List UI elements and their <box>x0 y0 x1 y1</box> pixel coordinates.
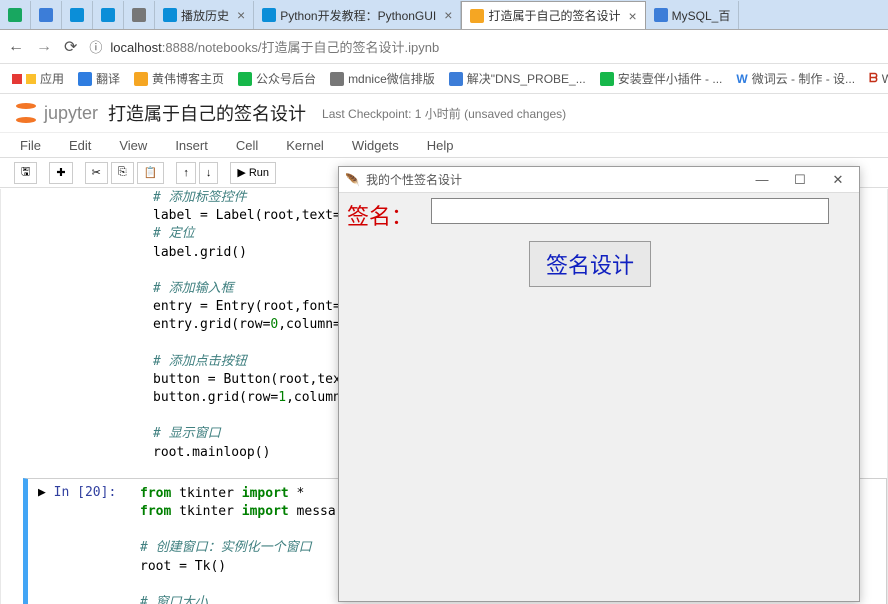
bookmark-item[interactable]: 翻译 <box>78 70 120 87</box>
signature-design-button[interactable]: 签名设计 <box>529 241 651 287</box>
paste-button[interactable]: 📋 <box>137 162 165 184</box>
menu-kernel[interactable]: Kernel <box>286 138 324 153</box>
jupyter-logo-icon <box>14 101 38 125</box>
browser-tab-strip: 播放历史 × Python开发教程：PythonGUI × 打造属于自己的签名设计 ×… <box>0 0 888 30</box>
browser-tab[interactable] <box>62 1 93 29</box>
minimize-button[interactable]: — <box>743 167 781 192</box>
bookmark-item[interactable]: 安装壹伴小插件 - ... <box>600 70 723 87</box>
menu-edit[interactable]: Edit <box>69 138 91 153</box>
browser-tab-active[interactable]: 打造属于自己的签名设计 × <box>461 1 645 29</box>
move-up-button[interactable]: ↑ <box>176 162 196 184</box>
menu-widgets[interactable]: Widgets <box>352 138 399 153</box>
bookmark-item[interactable]: W微词云 - 制作 - 设... <box>736 70 855 87</box>
menu-view[interactable]: View <box>119 138 147 153</box>
url-port: :8888 <box>162 40 195 55</box>
bookmarks-bar: 应用 翻译 黄伟博客主页 公众号后台 mdnice微信排版 解决"DNS_PRO… <box>0 64 888 94</box>
browser-tab[interactable] <box>0 1 31 29</box>
checkpoint-info: Last Checkpoint: 1 小时前 (unsaved changes) <box>322 105 566 122</box>
tab-label: 打造属于自己的签名设计 <box>488 7 620 24</box>
tk-window-title: 我的个性签名设计 <box>366 171 462 188</box>
close-button[interactable]: ✕ <box>819 167 857 192</box>
reload-button[interactable]: ⟳ <box>64 37 77 57</box>
bookmark-item[interactable]: 解决"DNS_PROBE_... <box>449 70 586 87</box>
bookmark-item[interactable]: mdnice微信排版 <box>330 70 435 87</box>
signature-input[interactable] <box>431 198 829 224</box>
back-button[interactable]: ← <box>8 38 24 56</box>
close-icon[interactable]: × <box>628 8 636 24</box>
tk-titlebar[interactable]: 🪶 我的个性签名设计 — ☐ ✕ <box>339 167 859 193</box>
tab-label: MySQL_百 <box>672 7 731 24</box>
run-button[interactable]: ▶ Run <box>230 162 276 184</box>
menu-file[interactable]: File <box>20 138 41 153</box>
forward-button[interactable]: → <box>36 38 52 56</box>
bookmark-item[interactable]: ᗷWind <box>869 71 888 86</box>
url-bar[interactable]: ⓘ localhost:8888/notebooks/打造属于自己的签名设计.i… <box>89 37 880 56</box>
browser-tab[interactable]: Python开发教程：PythonGUI × <box>254 1 461 29</box>
menu-help[interactable]: Help <box>427 138 454 153</box>
close-icon[interactable]: × <box>237 7 245 23</box>
move-down-button[interactable]: ↓ <box>199 162 219 184</box>
cut-button[interactable]: ✂ <box>85 162 108 184</box>
jupyter-header: jupyter 打造属于自己的签名设计 Last Checkpoint: 1 小… <box>0 94 888 132</box>
cell-prompt: ▶ In [20]: <box>38 485 116 500</box>
bookmark-item[interactable]: 公众号后台 <box>238 70 316 87</box>
browser-tab[interactable]: 播放历史 × <box>155 1 254 29</box>
menu-cell[interactable]: Cell <box>236 138 258 153</box>
address-bar-row: ← → ⟳ ⓘ localhost:8888/notebooks/打造属于自己的… <box>0 30 888 64</box>
menu-bar: File Edit View Insert Cell Kernel Widget… <box>0 132 888 158</box>
jupyter-logo[interactable]: jupyter <box>14 101 98 125</box>
signature-label: 签名： <box>347 199 413 231</box>
bookmark-item[interactable]: 黄伟博客主页 <box>134 70 224 87</box>
tab-label: 播放历史 <box>181 7 229 24</box>
menu-insert[interactable]: Insert <box>175 138 208 153</box>
browser-tab[interactable] <box>124 1 155 29</box>
url-host: localhost <box>110 40 161 55</box>
copy-button[interactable]: ⎘ <box>111 162 134 184</box>
save-button[interactable]: 🖫 <box>14 162 37 184</box>
info-icon[interactable]: ⓘ <box>89 37 102 56</box>
browser-tab[interactable]: MySQL_百 <box>646 1 740 29</box>
close-icon[interactable]: × <box>444 7 452 23</box>
url-path: /notebooks/打造属于自己的签名设计.ipynb <box>194 40 439 55</box>
notebook-title[interactable]: 打造属于自己的签名设计 <box>108 100 306 126</box>
jupyter-word: jupyter <box>44 103 98 124</box>
maximize-button[interactable]: ☐ <box>781 167 819 192</box>
add-cell-button[interactable]: ✚ <box>49 162 72 184</box>
feather-icon: 🪶 <box>345 173 360 187</box>
tab-label: Python开发教程：PythonGUI <box>280 7 436 24</box>
browser-tab[interactable] <box>93 1 124 29</box>
browser-tab[interactable] <box>31 1 62 29</box>
apps-button[interactable]: 应用 <box>12 70 64 87</box>
tkinter-window[interactable]: 🪶 我的个性签名设计 — ☐ ✕ 签名： 签名设计 <box>338 166 860 602</box>
tk-body: 签名： 签名设计 <box>339 193 859 601</box>
